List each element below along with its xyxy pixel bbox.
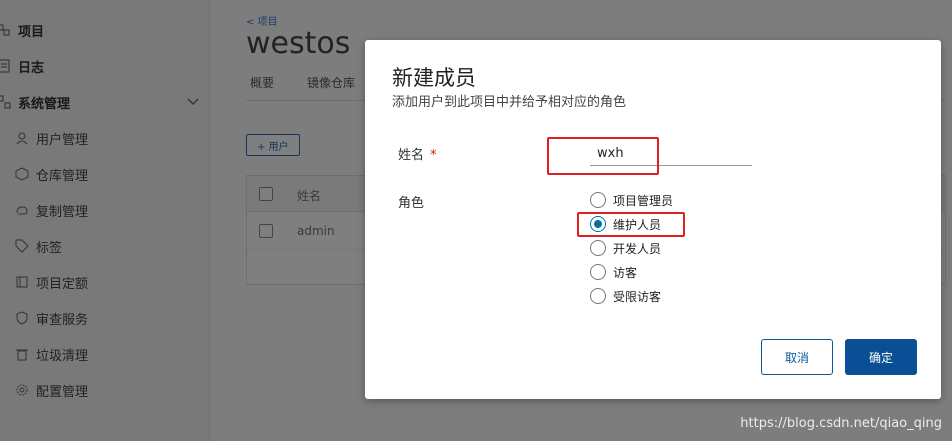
watermark: https://blog.csdn.net/qiao_qing bbox=[740, 416, 942, 431]
role-option-label: 维护人员 bbox=[613, 217, 662, 232]
role-option-limited-guest[interactable]: 受限访客 bbox=[590, 287, 661, 305]
role-option-label: 开发人员 bbox=[613, 241, 662, 256]
role-option-maintainer[interactable]: 维护人员 bbox=[590, 215, 661, 233]
name-input[interactable] bbox=[590, 142, 752, 166]
radio-button[interactable] bbox=[590, 288, 606, 304]
role-label: 角色 bbox=[398, 196, 425, 211]
name-label: 姓名 * bbox=[398, 144, 437, 163]
role-option-guest[interactable]: 访客 bbox=[590, 263, 637, 281]
new-member-dialog: 新建成员 添加用户到此项目中并给予相对应的角色 姓名 * 角色 项目管理员 维护人… bbox=[365, 40, 941, 399]
role-option-label: 受限访客 bbox=[613, 289, 662, 304]
radio-button[interactable] bbox=[590, 264, 606, 280]
ok-button[interactable]: 确定 bbox=[845, 339, 917, 375]
dialog-subtitle: 添加用户到此项目中并给予相对应的角色 bbox=[392, 95, 627, 110]
required-mark: * bbox=[430, 148, 437, 163]
radio-button[interactable] bbox=[590, 240, 606, 256]
role-option-developer[interactable]: 开发人员 bbox=[590, 239, 661, 257]
radio-button-selected[interactable] bbox=[590, 216, 606, 232]
cancel-button[interactable]: 取消 bbox=[761, 339, 833, 375]
name-label-text: 姓名 bbox=[398, 148, 425, 163]
role-option-project-admin[interactable]: 项目管理员 bbox=[590, 191, 673, 209]
role-option-label: 访客 bbox=[613, 265, 638, 280]
radio-button[interactable] bbox=[590, 192, 606, 208]
role-option-label: 项目管理员 bbox=[613, 193, 674, 208]
dialog-title: 新建成员 bbox=[392, 66, 476, 90]
